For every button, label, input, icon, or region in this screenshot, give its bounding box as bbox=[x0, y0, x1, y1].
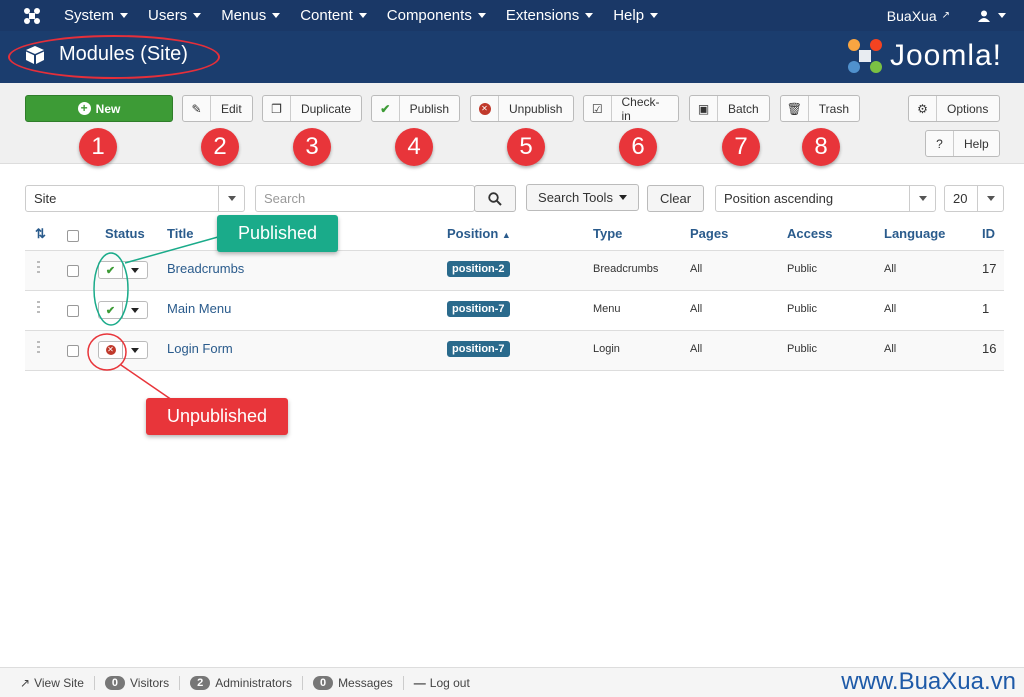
published-callout: Published bbox=[217, 215, 338, 252]
logout-label: Log out bbox=[429, 675, 470, 690]
messages-label: Messages bbox=[338, 675, 393, 690]
external-link-icon: ↗ bbox=[20, 675, 31, 690]
view-site-label: View Site bbox=[34, 675, 84, 690]
view-site-link[interactable]: ↗ View Site bbox=[10, 675, 95, 690]
admins-label: Administrators bbox=[215, 675, 292, 690]
annotation-overlay bbox=[87, 236, 219, 401]
visitors-count-badge: 0 bbox=[104, 675, 125, 690]
logout-link[interactable]: — Log out bbox=[404, 676, 480, 690]
admins-count-badge: 2 bbox=[190, 675, 211, 690]
published-connector bbox=[124, 236, 219, 264]
messages-count-badge: 0 bbox=[312, 675, 334, 690]
unpublished-highlight-ellipse bbox=[87, 333, 127, 371]
unpublished-connector bbox=[120, 364, 173, 401]
unpublished-callout: Unpublished bbox=[146, 398, 288, 435]
administrators-status: 2 Administrators bbox=[180, 675, 303, 690]
messages-status[interactable]: 0 Messages bbox=[303, 675, 404, 690]
minus-icon: — bbox=[413, 675, 426, 690]
visitors-status: 0 Visitors bbox=[95, 675, 181, 690]
visitors-label: Visitors bbox=[130, 675, 170, 690]
watermark: www.BuaXua.vn bbox=[841, 668, 1016, 695]
published-highlight-ellipse bbox=[93, 252, 129, 326]
